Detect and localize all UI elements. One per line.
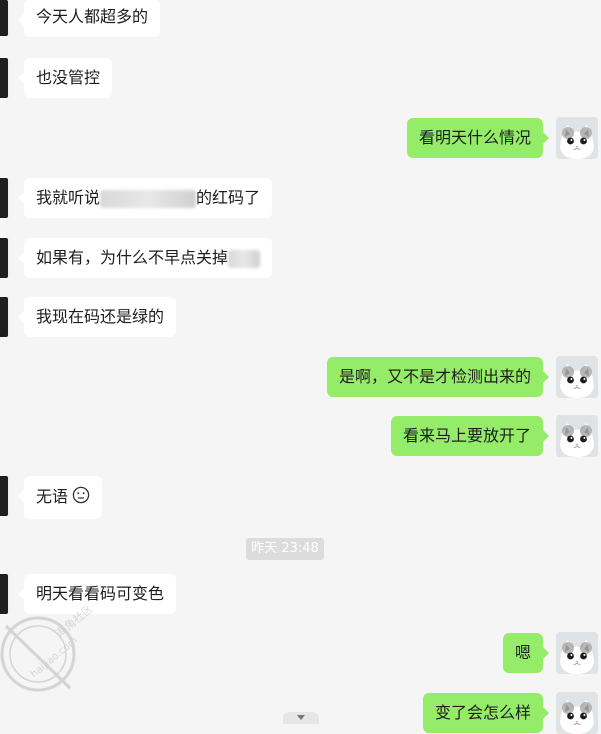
- message-bubble[interactable]: 也没管控: [17, 58, 113, 98]
- message-outgoing: 是啊，又不是才检测出来的: [326, 357, 550, 397]
- cat-avatar-icon[interactable]: [556, 356, 598, 398]
- message-text: 看来马上要放开了: [402, 426, 531, 445]
- watermark: 海角社区 haijiao.com: [0, 601, 116, 726]
- message-incoming: 明天看看码可变色: [17, 574, 177, 614]
- cat-avatar-icon[interactable]: [556, 632, 598, 674]
- message-bubble[interactable]: 是啊，又不是才检测出来的: [326, 357, 550, 397]
- message-text: 今天人都超多的: [36, 7, 149, 26]
- redacted-blur: [228, 249, 261, 268]
- redacted-blur: [100, 189, 197, 208]
- message-bubble[interactable]: 如果有，为什么不早点关掉: [17, 238, 273, 278]
- timestamp: 昨天 23:48: [246, 538, 324, 560]
- watermark-url: haijiao.com: [29, 635, 80, 680]
- message-bubble[interactable]: 我现在码还是绿的: [17, 297, 177, 337]
- message-text: 嗯: [514, 643, 531, 662]
- message-text: 我就听说: [36, 188, 101, 207]
- message-marker: [0, 297, 8, 337]
- message-text: 变了会怎么样: [434, 703, 531, 722]
- message-text: 无语: [36, 487, 69, 506]
- message-bubble[interactable]: 嗯: [502, 633, 550, 673]
- message-marker: [0, 238, 8, 278]
- neutral-face-icon: [72, 486, 90, 509]
- message-outgoing: 变了会怎么样: [422, 693, 550, 733]
- message-incoming: 无语: [17, 476, 103, 519]
- message-text: 明天看看码可变色: [36, 584, 165, 603]
- cat-avatar-icon[interactable]: [556, 415, 598, 457]
- message-marker: [0, 178, 8, 218]
- message-incoming: 也没管控: [17, 58, 113, 98]
- message-bubble[interactable]: 明天看看码可变色: [17, 574, 177, 614]
- message-text: 是啊，又不是才检测出来的: [338, 367, 531, 386]
- message-marker: [0, 0, 8, 36]
- message-text: 我现在码还是绿的: [36, 307, 165, 326]
- message-text: 如果有，为什么不早点关掉: [36, 248, 229, 267]
- message-incoming: 我现在码还是绿的: [17, 297, 177, 337]
- message-marker: [0, 58, 8, 98]
- message-bubble[interactable]: 今天人都超多的: [17, 0, 161, 37]
- message-bubble[interactable]: 看明天什么情况: [406, 118, 550, 158]
- message-bubble[interactable]: 无语: [17, 476, 103, 519]
- message-incoming: 如果有，为什么不早点关掉: [17, 238, 273, 278]
- message-incoming: 我就听说 的红码了: [17, 178, 273, 218]
- message-text: 的红码了: [196, 188, 261, 207]
- message-outgoing: 看明天什么情况: [406, 118, 550, 158]
- cat-avatar-icon[interactable]: [556, 692, 598, 734]
- chevron-down-icon[interactable]: [283, 712, 319, 724]
- message-text: 看明天什么情况: [418, 128, 531, 147]
- message-text: 也没管控: [36, 68, 101, 87]
- chat-window: 今天人都超多的 也没管控 看明天什么情况 我就听说 的红码了 如果有，为什么不早点…: [0, 0, 601, 734]
- message-bubble[interactable]: 看来马上要放开了: [390, 416, 550, 456]
- message-incoming: 今天人都超多的: [17, 0, 161, 37]
- message-marker: [0, 476, 8, 516]
- cat-avatar-icon[interactable]: [556, 117, 598, 159]
- message-outgoing: 嗯: [502, 633, 550, 673]
- message-bubble[interactable]: 我就听说 的红码了: [17, 178, 273, 218]
- message-outgoing: 看来马上要放开了: [390, 416, 550, 456]
- message-marker: [0, 574, 8, 614]
- message-bubble[interactable]: 变了会怎么样: [422, 693, 550, 733]
